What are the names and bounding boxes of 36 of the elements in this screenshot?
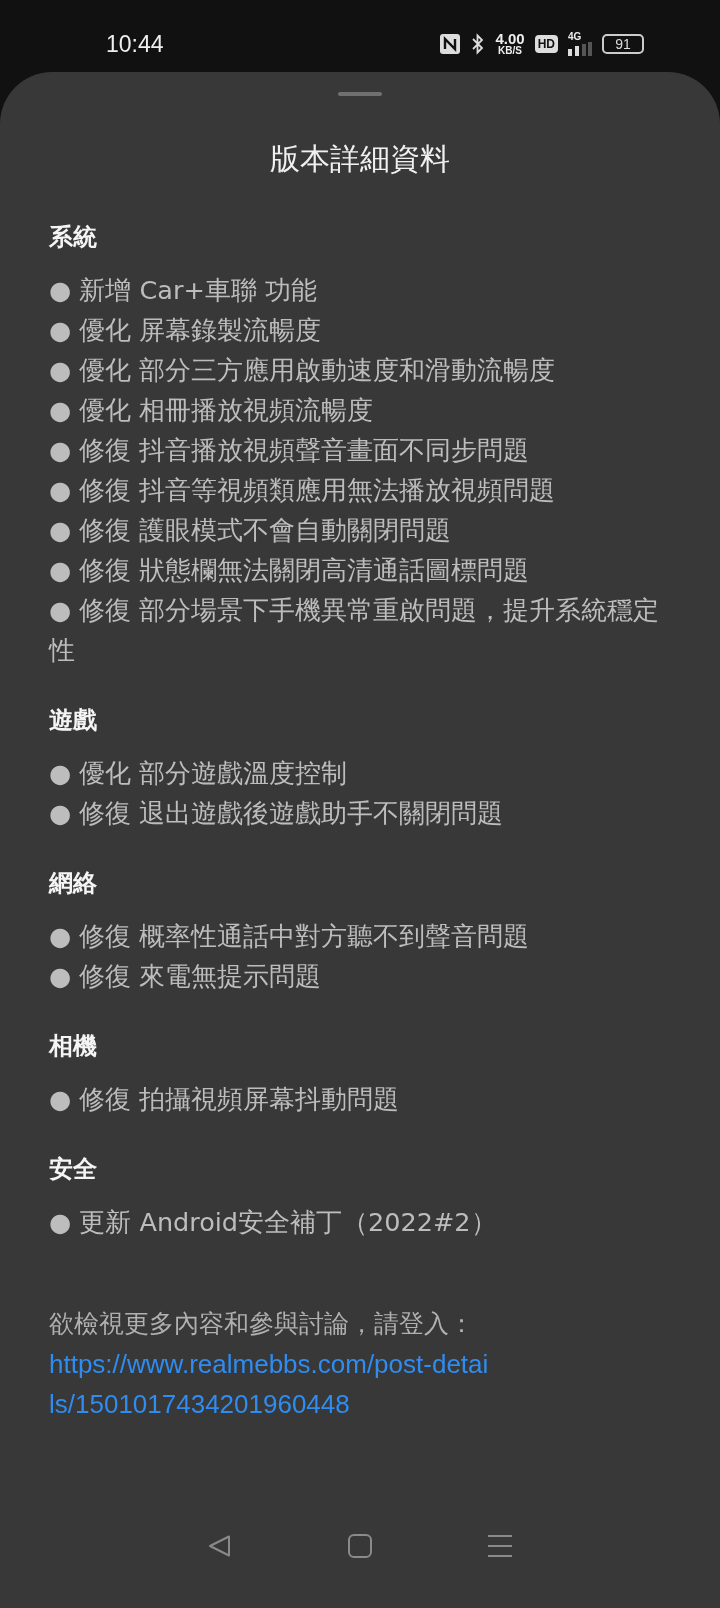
back-icon[interactable] [207, 1533, 233, 1559]
changelog-item: ● 修復 抖音等視頻類應用無法播放視頻問題 [49, 474, 557, 507]
nfc-icon [439, 32, 462, 55]
section-heading: 遊戲 [49, 705, 98, 736]
section-heading: 網絡 [49, 868, 98, 899]
menu-icon[interactable] [487, 1533, 513, 1559]
changelog-item: ● 修復 來電無提示問題 [49, 960, 323, 993]
changelog-item: ● 優化 屏幕錄製流暢度 [49, 314, 323, 347]
network-type: 4G [568, 31, 582, 42]
drag-handle[interactable] [338, 92, 382, 96]
changelog-item: ● 修復 狀態欄無法關閉高清通話圖標問題 [49, 554, 531, 587]
bluetooth-icon [471, 32, 486, 55]
home-icon[interactable] [347, 1533, 373, 1559]
clock-time: 10:44 [106, 32, 164, 56]
hd-badge: HD [534, 34, 558, 53]
changelog-item: ● 修復 抖音播放視頻聲音畫面不同步問題 [49, 434, 531, 467]
section-heading: 系統 [49, 222, 98, 253]
changelog-item: ● 修復 護眼模式不會自動關閉問題 [49, 514, 453, 547]
post-link[interactable]: https://www.realmebbs.com/post-details/1501017434201960448 [49, 1344, 489, 1424]
changelog-item: ● 修復 拍攝視頻屏幕抖動問題 [49, 1083, 401, 1116]
changelog-item: ● 修復 概率性通話中對方聽不到聲音問題 [49, 920, 531, 953]
note-text: 欲檢視更多內容和參與討論，請登入： [49, 1308, 475, 1340]
changelog-item: ● 更新 Android安全補丁（2022#2） [49, 1206, 498, 1239]
battery-indicator: 91 [602, 33, 644, 54]
section-heading: 安全 [49, 1154, 98, 1185]
speed-unit: KB/S [498, 46, 522, 56]
speed-value: 4.00 [495, 31, 525, 46]
changelog-item: ● 修復 部分場景下手機異常重啟問題，提升系統穩定性 [49, 594, 661, 667]
section-heading: 相機 [49, 1031, 98, 1062]
sheet-title: 版本詳細資料 [269, 140, 451, 178]
changelog-item: ● 優化 相冊播放視頻流暢度 [49, 394, 375, 427]
signal-icon [568, 42, 592, 56]
changelog-item: ● 優化 部分三方應用啟動速度和滑動流暢度 [49, 354, 557, 387]
changelog-item: ● 優化 部分遊戲溫度控制 [49, 757, 349, 790]
changelog-item: ● 新增 Car+車聯 功能 [49, 274, 318, 307]
changelog-item: ● 修復 退出遊戲後遊戲助手不關閉問題 [49, 797, 505, 830]
